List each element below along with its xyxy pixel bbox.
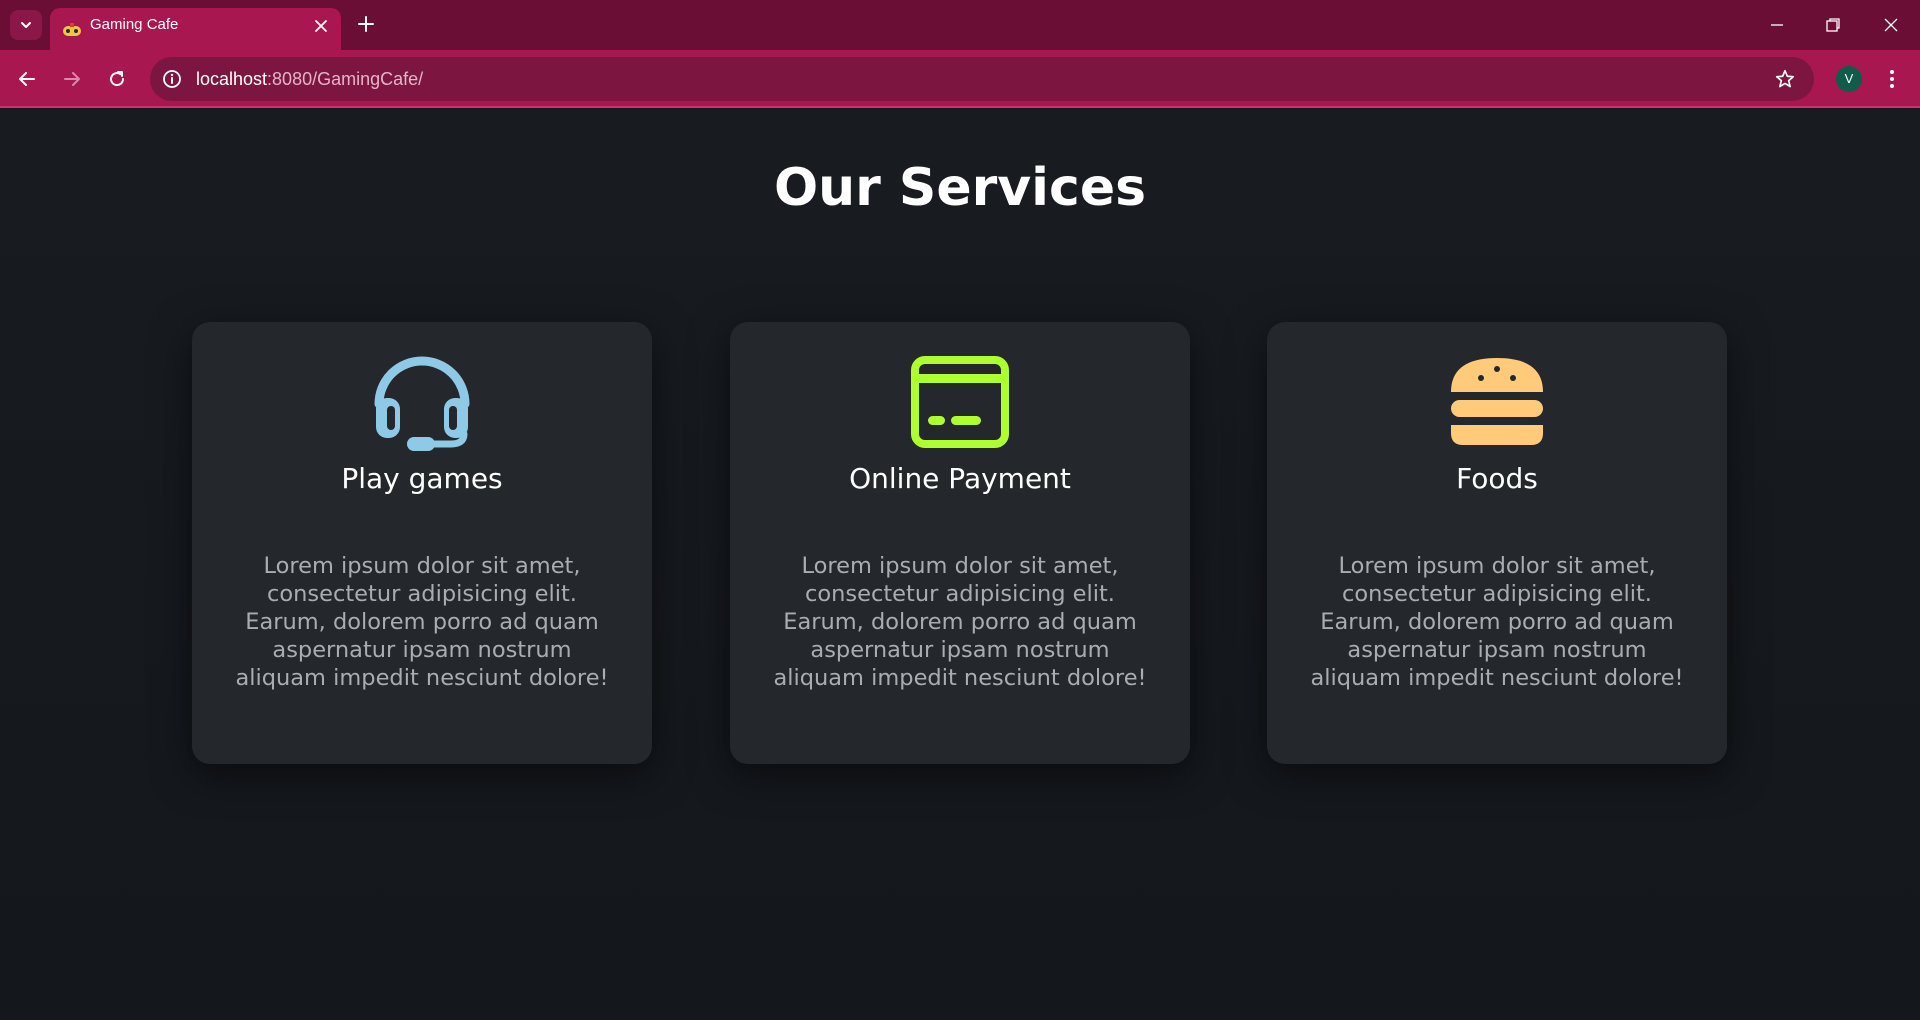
service-description: Lorem ipsum dolor sit amet, consectetur …	[1310, 553, 1684, 691]
tab-title: Gaming Cafe	[90, 16, 179, 33]
credit-card-icon	[911, 356, 1009, 448]
burger-icon	[1451, 358, 1543, 445]
service-card-online-payment: Online Payment Lorem ipsum dolor sit ame…	[730, 322, 1190, 764]
plus-icon[interactable]	[355, 13, 377, 35]
headset-icon	[374, 356, 470, 451]
browser-tab-strip: Gaming Cafe	[0, 0, 1920, 50]
browser-toolbar: localhost:8080/GamingCafe/ V	[0, 50, 1920, 108]
page-title: Our Services	[773, 158, 1147, 218]
kebab-menu-icon[interactable]	[1880, 67, 1904, 91]
star-icon[interactable]	[1774, 68, 1796, 90]
browser-tab[interactable]: Gaming Cafe	[50, 8, 341, 50]
services-section: Our Services Play games Lorem ipsum dolo…	[0, 110, 1920, 1020]
profile-avatar[interactable]: V	[1836, 66, 1862, 92]
url-host: localhost	[196, 69, 268, 89]
arrow-left-icon[interactable]	[15, 67, 39, 91]
service-card-play-games: Play games Lorem ipsum dolor sit amet, c…	[192, 322, 652, 764]
reload-icon[interactable]	[105, 67, 129, 91]
arrow-right-icon[interactable]	[60, 67, 84, 91]
restore-icon[interactable]	[1822, 14, 1844, 36]
close-window-icon[interactable]	[1880, 14, 1902, 36]
address-bar[interactable]: localhost:8080/GamingCafe/	[150, 57, 1814, 101]
info-icon[interactable]	[160, 67, 184, 91]
service-description: Lorem ipsum dolor sit amet, consectetur …	[773, 553, 1147, 691]
url-path: :8080/GamingCafe/	[267, 69, 424, 89]
service-card-foods: Foods Lorem ipsum dolor sit amet, consec…	[1267, 322, 1727, 764]
service-title: Online Payment	[849, 462, 1071, 495]
chevron-down-icon	[21, 22, 31, 28]
url-text[interactable]: localhost:8080/GamingCafe/	[196, 57, 423, 101]
service-description: Lorem ipsum dolor sit amet, consectetur …	[235, 553, 609, 691]
service-title: Play games	[341, 462, 503, 495]
game-controller-icon	[63, 23, 81, 36]
minimize-icon[interactable]	[1766, 14, 1788, 36]
tab-search-button[interactable]	[10, 10, 42, 40]
service-title: Foods	[1456, 462, 1538, 495]
close-icon[interactable]	[313, 18, 329, 34]
